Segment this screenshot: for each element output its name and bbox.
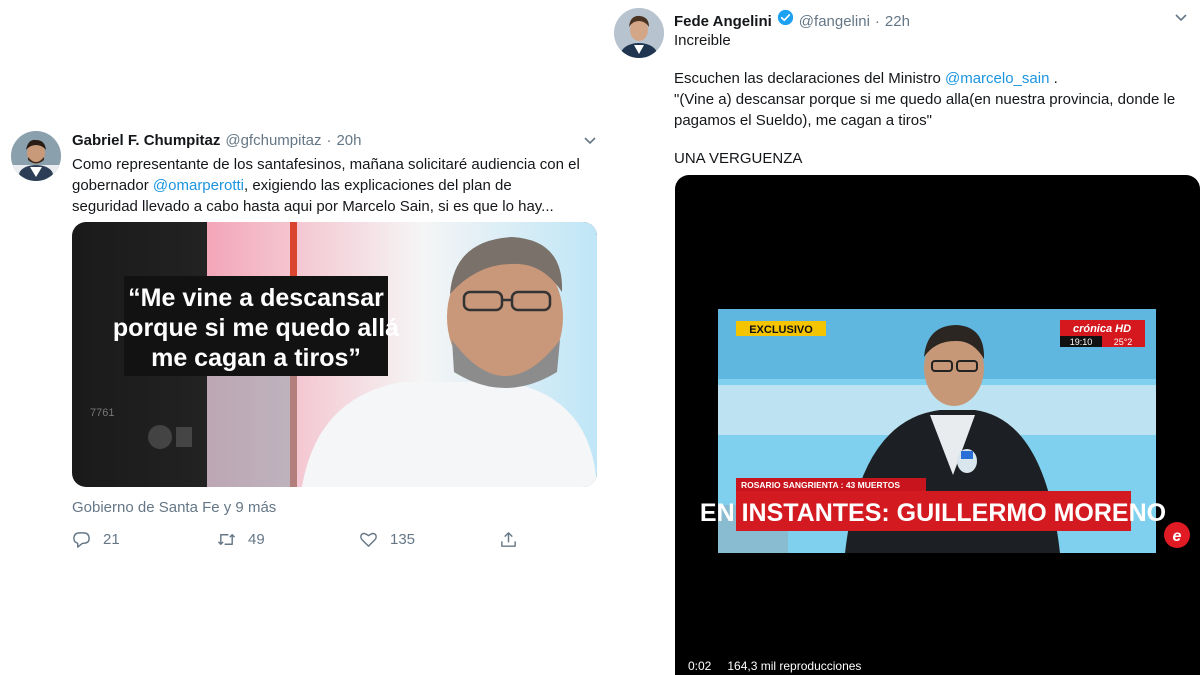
tweet-actions: 21 49 135	[72, 527, 518, 551]
chevron-down-icon[interactable]	[583, 133, 597, 147]
tweet-text: Como representante de los santafesinos, …	[72, 154, 580, 217]
avatar[interactable]	[614, 8, 664, 58]
mention-link[interactable]: @omarperotti	[153, 177, 244, 194]
retweet-button[interactable]: 49	[217, 530, 359, 549]
ticker-small: ROSARIO SANGRIENTA : 43 MUERTOS	[741, 480, 900, 490]
like-button[interactable]: 135	[359, 530, 499, 549]
separator-dot: ·	[326, 132, 332, 149]
tweet-text-line: UNA VERGUENZA	[674, 150, 803, 167]
share-icon	[501, 531, 516, 547]
timestamp[interactable]: 20h	[336, 132, 361, 149]
channel-clock: 19:10	[1070, 337, 1093, 347]
image-quote-line: me cagan a tiros”	[151, 344, 361, 372]
like-icon	[360, 532, 377, 547]
author-handle[interactable]: @fangelini	[799, 13, 870, 30]
tweet-video[interactable]: EXCLUSIVO crónica HD 19:10 25°2 ROSARIO …	[675, 175, 1200, 675]
line-break	[674, 131, 1175, 148]
reply-icon	[73, 531, 90, 548]
image-quote-line: porque si me quedo allá	[113, 314, 399, 342]
exclusive-label: EXCLUSIVO	[749, 324, 813, 336]
tweet-text-line: gobernador @omarperotti, exigiendo las e…	[72, 175, 580, 196]
video-views: 164,3 mil reproducciones	[722, 657, 867, 675]
author-handle[interactable]: @gfchumpitaz	[225, 132, 321, 149]
like-count: 135	[390, 530, 416, 548]
video-overlay: 0:02 164,3 mil reproducciones	[683, 657, 867, 675]
tweet-text-line: "(Vine a) descansar porque si me quedo a…	[674, 91, 1176, 108]
verified-badge-icon	[777, 9, 793, 26]
text-fragment: gobernador	[72, 177, 153, 194]
tweet-gabriel-chumpitaz[interactable]: Gabriel F. Chumpitaz @gfchumpitaz · 20h …	[0, 0, 610, 675]
line-break	[674, 51, 1175, 68]
tweet-text-line: seguridad llevado a cabo hasta aqui por …	[72, 198, 554, 215]
image-side-number: 7761	[90, 407, 114, 419]
retweet-count: 49	[248, 530, 265, 548]
avatar[interactable]	[11, 131, 61, 181]
reply-count: 21	[103, 530, 120, 548]
text-fragment: , exigiendo las explicaciones del plan d…	[244, 177, 512, 194]
text-fragment: Escuchen las declaraciones del Ministro	[674, 70, 945, 87]
tweet-text-line: Increible	[674, 32, 731, 49]
tweet-text-line: Escuchen las declaraciones del Ministro …	[674, 68, 1175, 89]
tweet-text-line: Como representante de los santafesinos, …	[72, 156, 580, 173]
image-quote-line: “Me vine a descansar	[128, 284, 384, 312]
mention-link[interactable]: @marcelo_sain	[945, 70, 1049, 87]
channel-temperature: 25°2	[1114, 337, 1133, 347]
chevron-down-icon[interactable]	[1174, 10, 1188, 24]
retweet-icon	[217, 533, 236, 545]
separator-dot: ·	[874, 13, 880, 30]
corner-logo: e	[1173, 528, 1182, 545]
reply-button[interactable]: 21	[72, 530, 217, 549]
author-name[interactable]: Fede Angelini	[674, 13, 772, 30]
video-duration: 0:02	[683, 657, 717, 675]
ticker-headline: EN INSTANTES: GUILLERMO MORENO	[700, 499, 1166, 527]
tweet-image[interactable]: “Me vine a descansar porque si me quedo …	[72, 222, 597, 487]
text-fragment: .	[1049, 70, 1058, 87]
tweet-text: Increible Escuchen las declaraciones del…	[674, 30, 1175, 169]
author-name[interactable]: Gabriel F. Chumpitaz	[72, 132, 220, 149]
tweet-header: Gabriel F. Chumpitaz @gfchumpitaz · 20h	[72, 132, 362, 149]
tweet-fede-angelini[interactable]: Fede Angelini @fangelini · 22h Increible…	[610, 0, 1200, 675]
tweet-header: Fede Angelini @fangelini · 22h	[674, 9, 910, 30]
tagged-users[interactable]: Gobierno de Santa Fe y 9 más	[72, 499, 276, 516]
channel-logo: crónica HD	[1073, 323, 1131, 335]
tweet-text-line: pagamos el Sueldo), me cagan a tiros"	[674, 112, 932, 129]
share-button[interactable]	[499, 530, 518, 549]
timestamp[interactable]: 22h	[885, 13, 910, 30]
